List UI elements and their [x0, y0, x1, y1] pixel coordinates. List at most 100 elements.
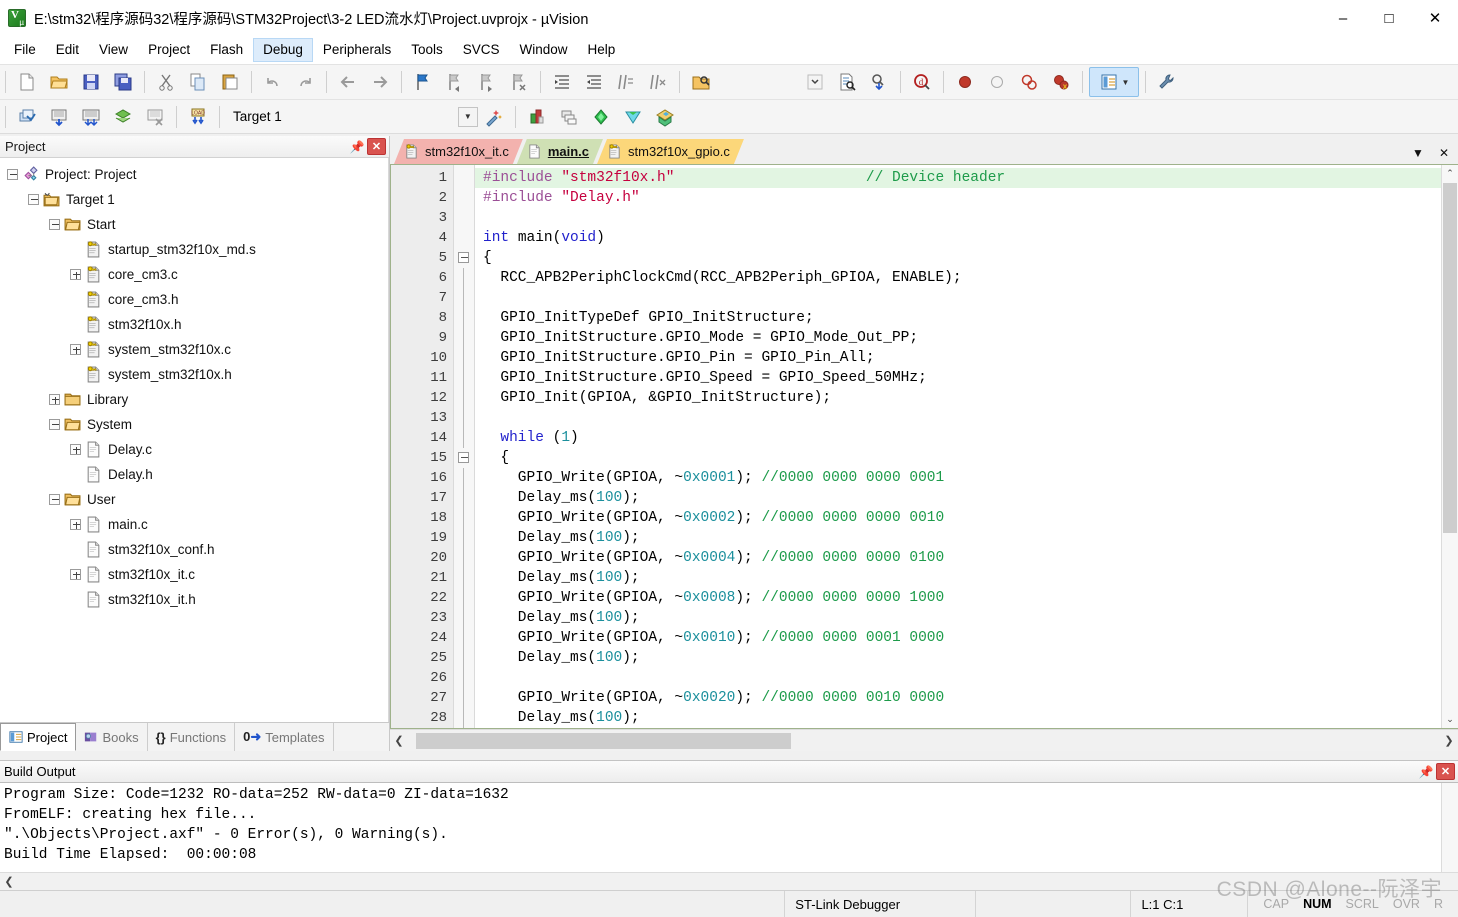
breakpoint-disable-all-icon[interactable]: x: [1046, 67, 1076, 97]
find-in-files-icon[interactable]: [686, 67, 716, 97]
save-all-icon[interactable]: [108, 67, 138, 97]
code-line[interactable]: #include "Delay.h": [475, 188, 1441, 208]
tree-item[interactable]: Library: [0, 387, 388, 412]
select-software-packs-icon[interactable]: [650, 102, 680, 132]
code-line[interactable]: while (1): [475, 428, 1441, 448]
open-file-icon[interactable]: [44, 67, 74, 97]
tree-item[interactable]: system_stm32f10x.h: [0, 362, 388, 387]
code-line[interactable]: GPIO_Init(GPIOA, &GPIO_InitStructure);: [475, 388, 1441, 408]
code-line[interactable]: GPIO_InitStructure.GPIO_Speed = GPIO_Spe…: [475, 368, 1441, 388]
menu-edit[interactable]: Edit: [46, 38, 89, 62]
project-tree[interactable]: Project: Project Target 1 Start startup_stm…: [0, 158, 389, 751]
code-line[interactable]: GPIO_Write(GPIOA, ~0x0004); //0000 0000 …: [475, 548, 1441, 568]
incremental-find-icon[interactable]: [864, 67, 894, 97]
cut-icon[interactable]: [151, 67, 181, 97]
tree-item[interactable]: Project: Project: [0, 162, 388, 187]
save-icon[interactable]: [76, 67, 106, 97]
search-combo-dropdown-icon[interactable]: [800, 67, 830, 97]
tree-collapse-toggle[interactable]: [6, 168, 19, 181]
code-line[interactable]: GPIO_Write(GPIOA, ~0x0001); //0000 0000 …: [475, 468, 1441, 488]
minimize-button[interactable]: –: [1320, 0, 1366, 36]
menu-file[interactable]: File: [4, 38, 46, 62]
manage-multi-project-icon[interactable]: [554, 102, 584, 132]
maximize-button[interactable]: □: [1366, 0, 1412, 36]
configure-toolbar-icon[interactable]: [1152, 67, 1182, 97]
horizontal-scroll-thumb[interactable]: [416, 732, 791, 749]
build-output-horizontal-scrollbar[interactable]: ❮: [0, 872, 1458, 890]
scroll-down-icon[interactable]: ⌄: [1442, 711, 1458, 728]
rebuild-all-icon[interactable]: [76, 102, 106, 132]
build-hscroll-left-icon[interactable]: ❮: [0, 875, 18, 888]
copy-icon[interactable]: [183, 67, 213, 97]
manage-windows-icon[interactable]: ▼: [1089, 67, 1139, 97]
redo-icon[interactable]: [290, 67, 320, 97]
target-selector-value[interactable]: Target 1: [233, 109, 282, 124]
hscroll-right-icon[interactable]: ❯: [1440, 734, 1458, 747]
tree-expand-toggle[interactable]: [48, 393, 61, 406]
download-to-flash-icon[interactable]: LOAD: [183, 102, 213, 132]
hscroll-left-icon[interactable]: ❮: [390, 734, 408, 747]
editor-tab-stm32f10x_it-c[interactable]: stm32f10x_it.c: [394, 139, 523, 164]
code-editor[interactable]: 1 2 3 4 5 6 7 8 9 10 11 12 13 14 15 16 17 18 19 20 21 22 23 24 2…: [390, 164, 1458, 729]
run-time-environment-icon[interactable]: [618, 102, 648, 132]
code-line[interactable]: GPIO_InitStructure.GPIO_Pin = GPIO_Pin_A…: [475, 348, 1441, 368]
tree-item[interactable]: stm32f10x_it.h: [0, 587, 388, 612]
paste-icon[interactable]: [215, 67, 245, 97]
editor-tab-main-c[interactable]: main.c: [517, 139, 603, 164]
code-line[interactable]: [475, 288, 1441, 308]
translate-file-icon[interactable]: [12, 102, 42, 132]
code-line[interactable]: Delay_ms(100);: [475, 608, 1441, 628]
find-document-icon[interactable]: [832, 67, 862, 97]
code-line[interactable]: #include "stm32f10x.h" // Device header: [475, 168, 1441, 188]
find-in-project-icon[interactable]: d: [907, 67, 937, 97]
menu-view[interactable]: View: [89, 38, 138, 62]
code-line[interactable]: GPIO_Write(GPIOA, ~0x0020); //0000 0000 …: [475, 688, 1441, 708]
tree-expand-toggle[interactable]: [69, 518, 82, 531]
manage-project-items-icon[interactable]: [522, 102, 552, 132]
code-line[interactable]: {: [475, 248, 1441, 268]
menu-debug[interactable]: Debug: [253, 37, 313, 63]
menu-window[interactable]: Window: [509, 38, 577, 62]
fold-toggle[interactable]: [454, 448, 474, 468]
tree-item[interactable]: System: [0, 412, 388, 437]
chevron-down-icon[interactable]: ▼: [457, 106, 478, 127]
code-line[interactable]: RCC_APB2PeriphClockCmd(RCC_APB2Periph_GP…: [475, 268, 1441, 288]
tree-item[interactable]: core_cm3.c: [0, 262, 388, 287]
indent-increase-icon[interactable]: [547, 67, 577, 97]
code-line[interactable]: GPIO_Write(GPIOA, ~0x0008); //0000 0000 …: [475, 588, 1441, 608]
navigate-back-icon[interactable]: [333, 67, 363, 97]
code-line[interactable]: Delay_ms(100);: [475, 568, 1441, 588]
menu-flash[interactable]: Flash: [200, 38, 253, 62]
tree-item[interactable]: main.c: [0, 512, 388, 537]
comment-lines-icon[interactable]: [611, 67, 641, 97]
editor-tab-stm32f10x_gpio-c[interactable]: stm32f10x_gpio.c: [597, 139, 744, 164]
vertical-scroll-thumb[interactable]: [1443, 183, 1457, 533]
tab-functions[interactable]: {} Functions: [148, 723, 236, 751]
tree-item[interactable]: Delay.c: [0, 437, 388, 462]
pin-icon[interactable]: 📌: [1416, 763, 1436, 781]
tab-list-dropdown-icon[interactable]: ▼: [1410, 146, 1426, 160]
tab-books[interactable]: Books: [76, 723, 148, 751]
tree-collapse-toggle[interactable]: [48, 418, 61, 431]
close-icon[interactable]: ✕: [1436, 763, 1455, 780]
batch-build-icon[interactable]: [108, 102, 138, 132]
tree-expand-toggle[interactable]: [69, 343, 82, 356]
tree-item[interactable]: Start: [0, 212, 388, 237]
code-line[interactable]: Delay_ms(100);: [475, 528, 1441, 548]
menu-svcs[interactable]: SVCS: [453, 38, 510, 62]
tree-item[interactable]: Target 1: [0, 187, 388, 212]
code-line[interactable]: Delay_ms(100);: [475, 648, 1441, 668]
code-line[interactable]: Delay_ms(100);: [475, 708, 1441, 728]
tree-collapse-toggle[interactable]: [48, 493, 61, 506]
target-selector-combo[interactable]: ▼: [288, 106, 478, 128]
tree-item[interactable]: stm32f10x_conf.h: [0, 537, 388, 562]
bookmark-next-icon[interactable]: [472, 67, 502, 97]
close-icon[interactable]: ✕: [367, 138, 386, 155]
tree-expand-toggle[interactable]: [69, 443, 82, 456]
editor-vertical-scrollbar[interactable]: ⌃ ⌄: [1441, 165, 1458, 728]
breakpoint-kill-all-icon[interactable]: [1014, 67, 1044, 97]
bookmark-toggle-icon[interactable]: [408, 67, 438, 97]
indent-decrease-icon[interactable]: [579, 67, 609, 97]
tab-project[interactable]: Project: [0, 723, 77, 751]
code-line[interactable]: GPIO_InitTypeDef GPIO_InitStructure;: [475, 308, 1441, 328]
